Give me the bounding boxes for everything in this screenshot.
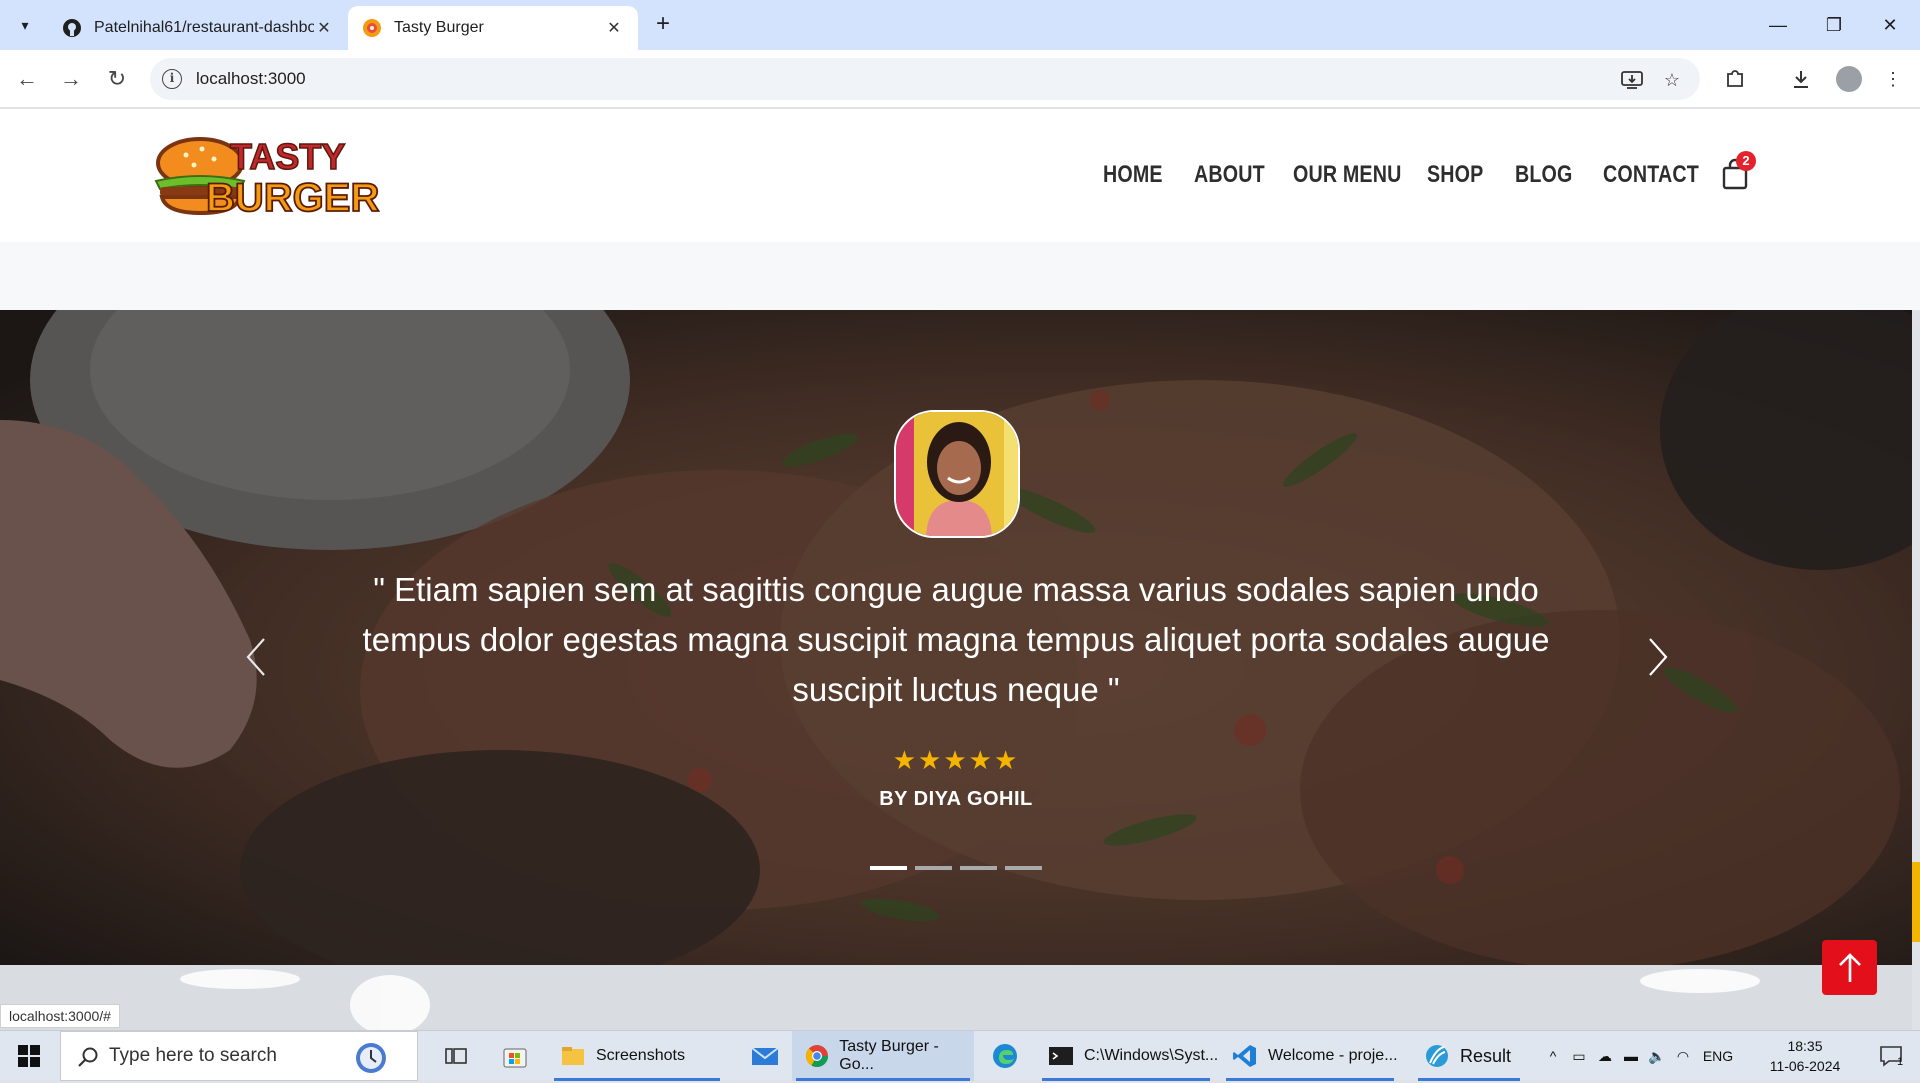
taskbar-clock[interactable]: 18:35 11-06-2024 bbox=[1760, 1036, 1850, 1076]
result-app-icon bbox=[1424, 1043, 1450, 1069]
tab-github[interactable]: Patelnihal61/restaurant-dashboard ✕ bbox=[48, 6, 348, 50]
tab-tasty-burger[interactable]: Tasty Burger ✕ bbox=[348, 6, 638, 50]
mail-icon[interactable] bbox=[740, 1031, 790, 1081]
testimonial-quote: " Etiam sapien sem at sagittis congue au… bbox=[362, 571, 1550, 708]
reload-icon[interactable]: ↻ bbox=[102, 64, 132, 94]
burger-favicon-icon bbox=[362, 18, 382, 38]
forward-arrow-icon[interactable]: → bbox=[56, 64, 86, 94]
meet-now-icon[interactable]: ▭ bbox=[1566, 1048, 1592, 1065]
taskbar-item-cmd[interactable]: C:\Windows\Syst... bbox=[1038, 1031, 1218, 1081]
downloads-icon[interactable] bbox=[1788, 66, 1814, 92]
terminal-icon bbox=[1048, 1043, 1074, 1069]
tasty-burger-logo[interactable]: TASTY BURGER bbox=[150, 129, 380, 223]
address-url: localhost:3000 bbox=[196, 69, 306, 88]
edge-icon[interactable] bbox=[980, 1031, 1030, 1081]
taskbar-item-label: Welcome - proje... bbox=[1268, 1047, 1398, 1064]
slider-dot[interactable] bbox=[915, 866, 952, 870]
address-bar[interactable]: i localhost:3000 ☆ bbox=[150, 58, 1700, 100]
reviewer-avatar bbox=[894, 410, 1020, 538]
battery-icon[interactable]: ▬ bbox=[1618, 1048, 1644, 1064]
browser-tabstrip: ▾ Patelnihal61/restaurant-dashboard ✕ Ta… bbox=[0, 0, 1920, 50]
nav-contact[interactable]: CONTACT bbox=[1603, 161, 1699, 189]
taskbar-item-vscode[interactable]: Welcome - proje... bbox=[1222, 1031, 1398, 1081]
testimonial-author: BY DIYA GOHIL bbox=[879, 788, 1033, 810]
cortana-clock-icon bbox=[351, 1038, 391, 1083]
notification-count: 1 bbox=[1896, 1056, 1904, 1068]
wifi-icon[interactable]: ◠ bbox=[1670, 1048, 1696, 1065]
task-view-icon[interactable] bbox=[436, 1031, 476, 1081]
taskbar-item-label: Result bbox=[1460, 1045, 1512, 1066]
taskbar-search-input[interactable]: Type here to search bbox=[60, 1031, 418, 1081]
slider-dot[interactable] bbox=[870, 866, 907, 870]
system-tray: ^ ▭ ☁ ▬ 🔈 ◠ ENG bbox=[1540, 1031, 1740, 1081]
section-spacer bbox=[0, 242, 1920, 310]
taskbar-item-label: C:\Windows\Syst... bbox=[1084, 1047, 1219, 1064]
windows-start-icon[interactable] bbox=[0, 1031, 58, 1081]
volume-icon[interactable]: 🔈 bbox=[1644, 1048, 1670, 1065]
slider-dot[interactable] bbox=[960, 866, 997, 870]
next-section-background bbox=[0, 965, 1912, 1030]
taskbar-search-placeholder: Type here to search bbox=[109, 1045, 277, 1066]
slider-pagination bbox=[870, 866, 1042, 870]
microsoft-store-icon[interactable] bbox=[494, 1031, 536, 1081]
minimize-icon[interactable]: — bbox=[1750, 0, 1806, 50]
browser-toolbar: ← → ↻ i localhost:3000 ☆ ⋮ bbox=[0, 50, 1920, 108]
site-header: TASTY BURGER HOME ABOUT OUR MENU SHOP BL… bbox=[0, 109, 1920, 242]
back-arrow-icon[interactable]: ← bbox=[12, 64, 42, 94]
tab-title: Tasty Burger bbox=[394, 19, 484, 36]
link-status-bar: localhost:3000/# bbox=[0, 1004, 120, 1028]
folder-icon bbox=[560, 1043, 586, 1069]
onedrive-cloud-icon[interactable]: ☁ bbox=[1592, 1048, 1618, 1065]
taskbar-item-label: Tasty Burger - Go... bbox=[839, 1038, 939, 1073]
tab-close-icon[interactable]: ✕ bbox=[314, 18, 334, 38]
tray-expand-chevron-icon[interactable]: ^ bbox=[1540, 1048, 1566, 1064]
taskbar-item-screenshots[interactable]: Screenshots bbox=[550, 1031, 724, 1081]
clock-time: 18:35 bbox=[1787, 1038, 1823, 1054]
tab-close-icon[interactable]: ✕ bbox=[604, 18, 624, 38]
clock-date: 11-06-2024 bbox=[1769, 1058, 1841, 1074]
slider-dot[interactable] bbox=[1005, 866, 1042, 870]
tab-title: Patelnihal61/restaurant-dashboard bbox=[94, 19, 314, 36]
windows-taskbar: Type here to search Screenshots Tasty Bu… bbox=[0, 1030, 1920, 1081]
input-language[interactable]: ENG bbox=[1696, 1048, 1740, 1064]
github-icon bbox=[62, 18, 82, 38]
taskbar-item-chrome[interactable]: Tasty Burger - Go... bbox=[792, 1031, 974, 1081]
nav-shop[interactable]: SHOP bbox=[1427, 161, 1483, 189]
restore-icon[interactable]: ❐ bbox=[1806, 0, 1862, 50]
install-app-icon[interactable] bbox=[1620, 68, 1644, 92]
browser-menu-icon[interactable]: ⋮ bbox=[1880, 66, 1906, 92]
testimonial-slider: " Etiam sapien sem at sagittis congue au… bbox=[0, 310, 1912, 965]
logo-text-tasty: TASTY bbox=[230, 136, 345, 177]
tab-search-chevron-icon[interactable]: ▾ bbox=[10, 10, 40, 40]
logo-text-burger: BURGER bbox=[206, 176, 379, 220]
nav-home[interactable]: HOME bbox=[1103, 161, 1163, 189]
window-close-icon[interactable]: ✕ bbox=[1862, 0, 1918, 50]
cart-count-badge: 2 bbox=[1736, 151, 1756, 171]
search-icon bbox=[77, 1046, 99, 1073]
scroll-to-top-button[interactable] bbox=[1822, 940, 1877, 995]
nav-about[interactable]: ABOUT bbox=[1194, 161, 1265, 189]
nav-our-menu[interactable]: OUR MENU bbox=[1293, 161, 1401, 189]
nav-blog[interactable]: BLOG bbox=[1515, 161, 1573, 189]
notification-center-icon[interactable]: 1 bbox=[1866, 1031, 1916, 1081]
vscode-icon bbox=[1232, 1043, 1258, 1069]
page-scrollbar-thumb[interactable] bbox=[1912, 862, 1920, 942]
slider-prev-chevron-icon[interactable] bbox=[240, 635, 270, 679]
arrow-up-icon bbox=[1838, 952, 1861, 982]
new-tab-plus-icon[interactable]: + bbox=[650, 12, 676, 38]
chrome-icon bbox=[804, 1043, 829, 1069]
taskbar-item-result[interactable]: Result bbox=[1414, 1031, 1524, 1081]
extensions-puzzle-icon[interactable] bbox=[1722, 66, 1748, 92]
bookmark-star-icon[interactable]: ☆ bbox=[1660, 68, 1684, 92]
slider-next-chevron-icon[interactable] bbox=[1644, 635, 1674, 679]
profile-avatar[interactable] bbox=[1836, 66, 1862, 92]
rating-stars-icon: ★★★★★ bbox=[892, 745, 1020, 775]
taskbar-item-label: Screenshots bbox=[596, 1047, 685, 1064]
site-info-icon[interactable]: i bbox=[162, 69, 182, 89]
